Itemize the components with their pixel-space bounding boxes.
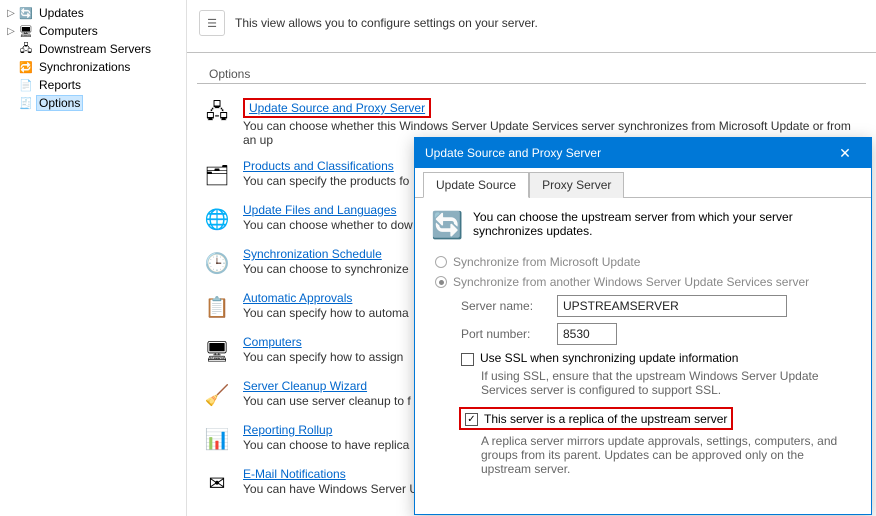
tree-label: Updates <box>36 6 87 20</box>
radio-ms-update[interactable]: Synchronize from Microsoft Update <box>435 255 855 269</box>
tree-label: Reports <box>36 78 84 92</box>
tab-proxy-server[interactable]: Proxy Server <box>529 172 624 198</box>
options-heading: Options <box>197 59 866 84</box>
reports-icon: 📄 <box>19 78 33 92</box>
radio-another-wsus[interactable]: Synchronize from another Windows Server … <box>435 275 855 289</box>
option-link-reporting[interactable]: Reporting Rollup <box>243 423 332 437</box>
server-name-input[interactable] <box>557 295 787 317</box>
close-icon: ✕ <box>839 145 851 162</box>
option-link-update-source[interactable]: Update Source and Proxy Server <box>243 98 431 118</box>
ssl-checkbox-row[interactable]: Use SSL when synchronizing update inform… <box>461 351 855 366</box>
dialog-intro-text: You can choose the upstream server from … <box>473 210 855 238</box>
tree-label: Computers <box>36 24 101 38</box>
dialog-title-text: Update Source and Proxy Server <box>425 146 601 160</box>
option-link-cleanup[interactable]: Server Cleanup Wizard <box>243 379 367 393</box>
port-input[interactable] <box>557 323 617 345</box>
close-button[interactable]: ✕ <box>825 141 865 165</box>
replica-label: This server is a replica of the upstream… <box>484 412 727 426</box>
checkbox-icon <box>461 353 474 366</box>
option-icon: 📊 <box>201 423 233 455</box>
tree-item-reports[interactable]: · 📄 Reports <box>6 76 186 94</box>
computers-icon: 🖥 <box>19 24 33 38</box>
nav-tree: ▷ 🔄 Updates ▷ 🖥 Computers · 🖧 Downstream… <box>0 0 187 516</box>
shield-icon: 🔄 <box>431 210 463 241</box>
option-icon: 📋 <box>201 291 233 323</box>
server-name-row: Server name: <box>461 295 855 317</box>
checkbox-icon[interactable] <box>465 413 478 426</box>
tree-item-computers[interactable]: ▷ 🖥 Computers <box>6 22 186 40</box>
option-link-email[interactable]: E-Mail Notifications <box>243 467 346 481</box>
description-bar: ☰ This view allows you to configure sett… <box>187 0 876 53</box>
ssl-label: Use SSL when synchronizing update inform… <box>480 351 738 365</box>
option-icon: 🌐 <box>201 203 233 235</box>
tree-label: Downstream Servers <box>36 42 154 56</box>
option-link-auto-approvals[interactable]: Automatic Approvals <box>243 291 352 305</box>
option-link-sync-schedule[interactable]: Synchronization Schedule <box>243 247 382 261</box>
option-link-products[interactable]: Products and Classifications <box>243 159 394 173</box>
server-name-label: Server name: <box>461 299 549 313</box>
option-icon: 🧹 <box>201 379 233 411</box>
radio-icon <box>435 276 447 288</box>
tree-item-updates[interactable]: ▷ 🔄 Updates <box>6 4 186 22</box>
option-link-files-lang[interactable]: Update Files and Languages <box>243 203 396 217</box>
dialog-tabs: Update Source Proxy Server <box>415 168 871 198</box>
ssl-note: If using SSL, ensure that the upstream W… <box>481 369 855 397</box>
option-icon: 🗂 <box>201 159 233 191</box>
radio-label: Synchronize from Microsoft Update <box>453 255 640 269</box>
option-icon: ✉ <box>201 467 233 499</box>
tab-update-source[interactable]: Update Source <box>423 172 529 198</box>
dialog-body: 🔄 You can choose the upstream server fro… <box>415 198 871 514</box>
tree-item-options[interactable]: · 🧾 Options <box>6 94 186 112</box>
expander-icon[interactable]: ▷ <box>6 26 16 37</box>
updates-icon: 🔄 <box>19 6 33 20</box>
option-icon: 🕒 <box>201 247 233 279</box>
expander-icon[interactable]: ▷ <box>6 8 16 19</box>
option-link-computers[interactable]: Computers <box>243 335 302 349</box>
options-icon: 🧾 <box>19 96 33 110</box>
option-icon: 🖧 <box>201 98 233 130</box>
radio-icon <box>435 256 447 268</box>
downstream-icon: 🖧 <box>19 42 33 56</box>
radio-label: Synchronize from another Windows Server … <box>453 275 809 289</box>
dialog-update-source: Update Source and Proxy Server ✕ Update … <box>414 137 872 515</box>
tree-label: Options <box>36 95 83 111</box>
port-label: Port number: <box>461 327 549 341</box>
description-text: This view allows you to configure settin… <box>235 16 538 30</box>
tree-item-downstream[interactable]: · 🖧 Downstream Servers <box>6 40 186 58</box>
option-icon: 🖥 <box>201 335 233 367</box>
tree-label: Synchronizations <box>36 60 133 74</box>
port-row: Port number: <box>461 323 855 345</box>
replica-highlight: This server is a replica of the upstream… <box>459 407 733 430</box>
tree-item-sync[interactable]: · 🔁 Synchronizations <box>6 58 186 76</box>
list-icon: ☰ <box>199 10 225 36</box>
replica-note: A replica server mirrors update approval… <box>481 434 855 476</box>
sync-icon: 🔁 <box>19 60 33 74</box>
dialog-titlebar[interactable]: Update Source and Proxy Server ✕ <box>415 138 871 168</box>
